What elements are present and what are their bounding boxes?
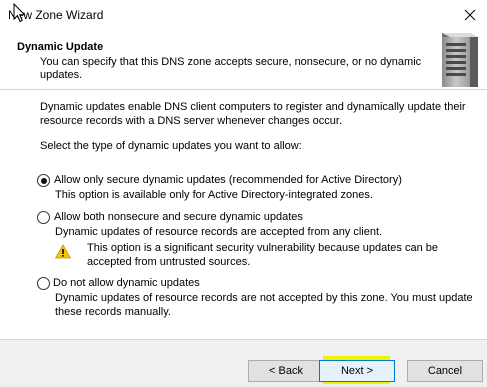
page-subtitle: You can specify that this DNS zone accep… [40, 56, 422, 81]
radio-no-updates[interactable] [37, 277, 50, 290]
warning-text: This option is a significant security vu… [87, 242, 438, 268]
option-description: Dynamic updates of resource records are … [55, 292, 473, 318]
radio-secure-only[interactable] [37, 174, 50, 187]
wizard-header: Dynamic Update You can specify that this… [0, 29, 487, 90]
mouse-cursor-icon [13, 3, 26, 23]
next-button[interactable]: Next > [319, 360, 395, 382]
page-title: Dynamic Update [17, 41, 104, 53]
wizard-content: Dynamic updates enable DNS client comput… [0, 91, 487, 339]
option-label[interactable]: Allow both nonsecure and secure dynamic … [54, 211, 303, 223]
cancel-button[interactable]: Cancel [407, 360, 483, 382]
wizard-footer: < Back Next > Cancel [0, 339, 487, 387]
server-icon [442, 33, 478, 87]
close-icon [464, 9, 476, 20]
option-label[interactable]: Do not allow dynamic updates [53, 277, 200, 289]
back-button[interactable]: < Back [248, 360, 324, 382]
warning-icon [55, 244, 71, 259]
radio-nonsecure-and-secure[interactable] [37, 211, 50, 224]
title-bar: New Zone Wizard [0, 0, 487, 29]
option-description: This option is available only for Active… [55, 189, 373, 201]
close-button[interactable] [453, 0, 487, 29]
intro-text: Dynamic updates enable DNS client comput… [40, 101, 466, 127]
option-label[interactable]: Allow only secure dynamic updates (recom… [54, 174, 402, 186]
prompt-text: Select the type of dynamic updates you w… [40, 140, 302, 152]
option-description: Dynamic updates of resource records are … [55, 226, 383, 238]
